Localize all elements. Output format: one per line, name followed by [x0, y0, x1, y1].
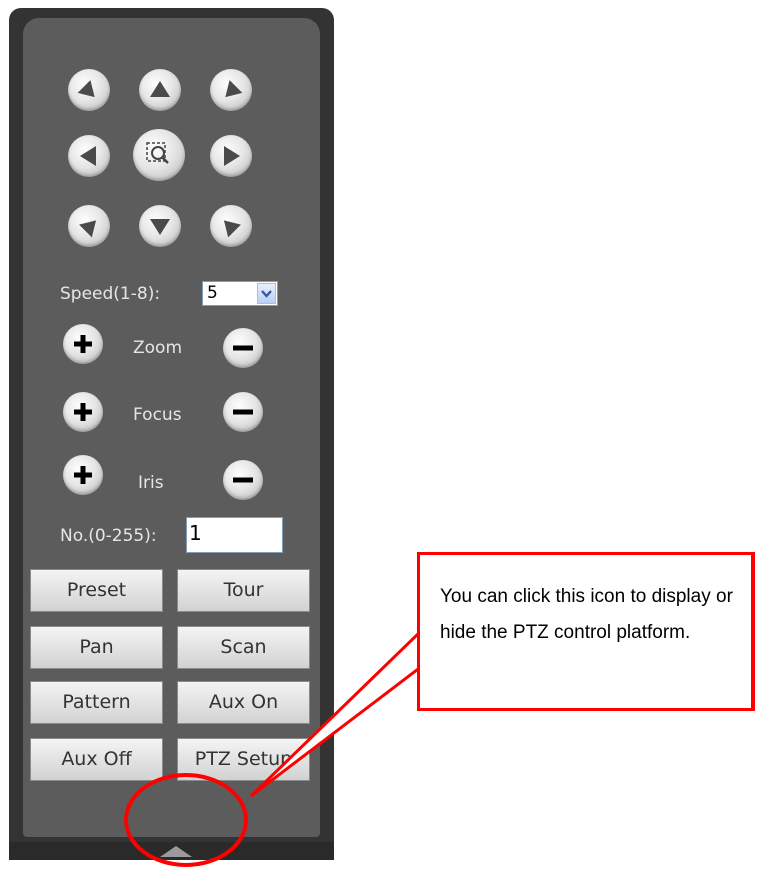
pan-up-button[interactable]: [139, 69, 181, 111]
iris-close-button[interactable]: [223, 460, 263, 500]
zoom-area-button[interactable]: [133, 129, 185, 181]
zoom-area-icon: [146, 142, 169, 164]
iris-open-button[interactable]: [63, 455, 103, 495]
focus-near-button[interactable]: [63, 392, 103, 432]
aux-off-button[interactable]: Aux Off: [30, 738, 163, 781]
annotation-callout: You can click this icon to display or hi…: [417, 552, 755, 711]
speed-select[interactable]: 5: [202, 281, 278, 306]
collapse-arrow-icon[interactable]: [160, 846, 192, 857]
panel-collapse-bar[interactable]: [9, 842, 334, 860]
pan-right-button[interactable]: [210, 135, 252, 177]
plus-icon: [74, 403, 92, 421]
pan-down-right-button[interactable]: [210, 205, 252, 247]
arrow-up-icon: [150, 81, 170, 97]
zoom-out-button[interactable]: [223, 328, 263, 368]
plus-icon: [74, 335, 92, 353]
focus-far-button[interactable]: [223, 392, 263, 432]
speed-value: 5: [207, 283, 218, 303]
pan-down-left-button[interactable]: [68, 205, 110, 247]
arrow-down-right-icon: [223, 220, 241, 238]
minus-icon: [233, 345, 253, 351]
arrow-down-icon: [150, 219, 170, 235]
zoom-in-button[interactable]: [63, 324, 103, 364]
arrow-left-icon: [80, 146, 96, 166]
pan-up-left-button[interactable]: [68, 69, 110, 111]
speed-label: Speed(1-8):: [60, 284, 161, 304]
ptz-setup-button[interactable]: PTZ Setup: [177, 738, 310, 781]
plus-icon: [74, 466, 92, 484]
arrow-up-left-icon: [77, 80, 95, 98]
pan-down-button[interactable]: [139, 205, 181, 247]
zoom-label: Zoom: [133, 338, 183, 358]
pattern-button[interactable]: Pattern: [30, 681, 163, 724]
pan-up-right-button[interactable]: [210, 69, 252, 111]
annotation-text: You can click this icon to display or hi…: [440, 586, 733, 643]
iris-label: Iris: [138, 473, 164, 493]
speed-dropdown-button[interactable]: [257, 283, 276, 304]
arrow-right-icon: [224, 146, 240, 166]
arrow-down-left-icon: [79, 220, 97, 238]
chevron-down-icon: [261, 290, 272, 298]
preset-button[interactable]: Preset: [30, 569, 163, 612]
tour-button[interactable]: Tour: [177, 569, 310, 612]
preset-number-input[interactable]: 1: [186, 517, 283, 553]
pan-left-button[interactable]: [68, 135, 110, 177]
preset-number-label: No.(0-255):: [60, 526, 157, 546]
focus-label: Focus: [133, 405, 182, 425]
aux-on-button[interactable]: Aux On: [177, 681, 310, 724]
scan-button[interactable]: Scan: [177, 626, 310, 669]
minus-icon: [233, 409, 253, 415]
arrow-up-right-icon: [225, 80, 243, 98]
minus-icon: [233, 477, 253, 483]
pan-button[interactable]: Pan: [30, 626, 163, 669]
